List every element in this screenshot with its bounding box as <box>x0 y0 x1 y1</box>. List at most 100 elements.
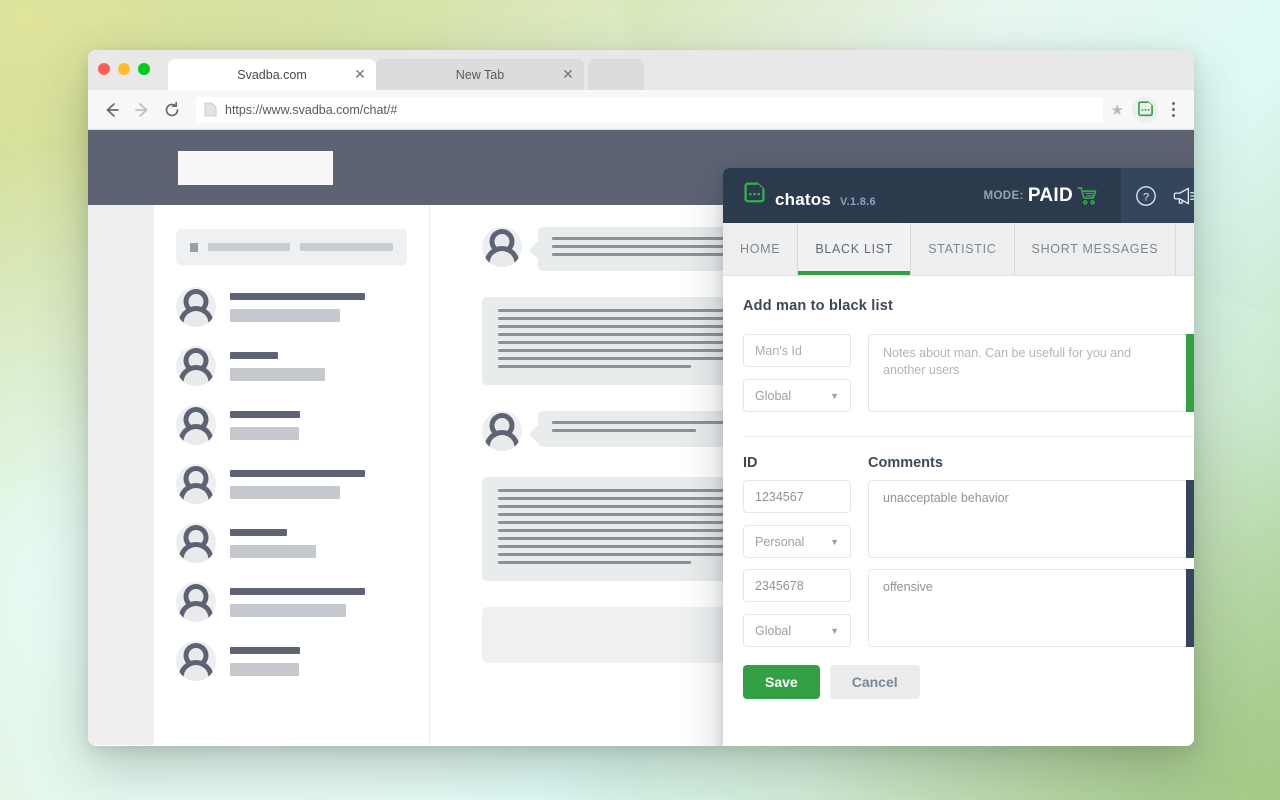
tab-short-messages[interactable]: SHORT MESSAGES <box>1015 223 1177 275</box>
list-item-lines <box>230 351 407 381</box>
tab-fans[interactable]: FANS <box>1176 223 1194 275</box>
form-actions: Save Cancel <box>743 665 1194 699</box>
panel-mode-value: PAID <box>1027 184 1073 206</box>
panel-content-black-list: Add man to black list Man's Id Global ▼ <box>723 276 1194 746</box>
chatos-extension-icon[interactable] <box>1132 96 1158 123</box>
avatar <box>176 641 216 681</box>
site-conversation-list <box>154 205 429 745</box>
close-icon[interactable]: ✕ <box>561 67 575 82</box>
close-icon[interactable]: ✕ <box>353 67 367 82</box>
avatar <box>482 227 522 267</box>
row-scope-select[interactable]: Global ▼ <box>743 614 851 647</box>
table-row: 2345678 Global ▼ offensive <box>743 569 1194 647</box>
shopping-cart-icon[interactable] <box>1077 186 1099 206</box>
save-button[interactable]: Save <box>743 665 820 699</box>
megaphone-icon[interactable] <box>1173 185 1194 207</box>
browser-tab-title: Svadba.com <box>237 67 307 82</box>
panel-mode-label: MODE: <box>983 189 1024 202</box>
zoom-traffic-light[interactable] <box>138 63 150 75</box>
panel-header-actions: ? <box>1121 168 1194 223</box>
add-entry-right: Notes about man. Can be usefull for you … <box>868 334 1194 412</box>
row-scope-value: Global <box>755 623 792 638</box>
chatos-extension-panel: chatos V.1.8.6 MODE: PAID ? HOME BLACK L… <box>723 168 1194 746</box>
table-row: 1234567 Personal ▼ unacceptable behavior <box>743 480 1194 558</box>
placeholder-line <box>300 243 393 251</box>
section-divider <box>743 436 1194 437</box>
browser-tab-placeholder[interactable] <box>588 59 644 90</box>
tab-label: BLACK LIST <box>815 242 894 256</box>
table-row-comment-group: unacceptable behavior <box>868 480 1194 558</box>
minimize-traffic-light[interactable] <box>118 63 130 75</box>
add-entry-form: Man's Id Global ▼ Notes about man. Can b… <box>743 334 1194 412</box>
help-icon[interactable]: ? <box>1135 185 1157 207</box>
row-scope-select[interactable]: Personal ▼ <box>743 525 851 558</box>
tab-black-list[interactable]: BLACK LIST <box>798 223 912 275</box>
browser-tab-svadba[interactable]: Svadba.com ✕ <box>168 59 376 90</box>
list-item-lines <box>230 469 407 499</box>
row-id-value: 1234567 <box>755 489 804 504</box>
row-comment-value: offensive <box>883 580 933 594</box>
placeholder-line <box>208 243 291 251</box>
chevron-down-icon: ▼ <box>830 390 839 401</box>
kebab-menu-icon[interactable] <box>1162 102 1184 117</box>
site-search-placeholder[interactable] <box>178 150 333 185</box>
avatar <box>176 464 216 504</box>
cancel-button[interactable]: Cancel <box>829 665 920 699</box>
list-item-lines <box>230 646 407 676</box>
filter-icon <box>190 242 199 252</box>
conversation-search-bar[interactable] <box>176 229 407 265</box>
avatar <box>176 523 216 563</box>
back-arrow-icon[interactable] <box>98 96 126 124</box>
site-left-rail <box>88 205 154 745</box>
list-item[interactable] <box>176 405 407 445</box>
column-header-id: ID <box>743 455 758 471</box>
list-item[interactable] <box>176 523 407 563</box>
add-button[interactable]: + <box>1186 334 1194 412</box>
tab-statistic[interactable]: STATISTIC <box>911 223 1015 275</box>
list-item[interactable] <box>176 641 407 681</box>
list-item[interactable] <box>176 464 407 504</box>
list-item[interactable] <box>176 582 407 622</box>
row-id-input[interactable]: 1234567 <box>743 480 851 513</box>
browser-tab-title: New Tab <box>455 67 505 82</box>
forward-arrow-icon[interactable] <box>128 96 156 124</box>
bookmark-star-icon[interactable]: ★ <box>1111 101 1124 119</box>
panel-mode-indicator[interactable]: MODE: PAID <box>983 185 1099 207</box>
row-comment-textarea[interactable]: offensive <box>868 569 1186 647</box>
notes-textarea[interactable]: Notes about man. Can be usefull for you … <box>868 334 1186 412</box>
delete-row-button[interactable] <box>1186 480 1194 558</box>
list-item[interactable] <box>176 287 407 327</box>
close-traffic-light[interactable] <box>98 63 110 75</box>
panel-brand: chatos V.1.8.6 <box>743 182 876 210</box>
mans-id-input[interactable]: Man's Id <box>743 334 851 367</box>
table-row-id-group: 2345678 Global ▼ <box>743 569 851 647</box>
browser-window: Svadba.com ✕ New Tab ✕ https://www.svadb… <box>88 50 1194 746</box>
avatar <box>176 582 216 622</box>
chevron-down-icon: ▼ <box>830 536 839 547</box>
scope-select-value: Global <box>755 388 792 403</box>
row-scope-value: Personal <box>755 534 805 549</box>
browser-tab-newtab[interactable]: New Tab ✕ <box>376 59 584 90</box>
delete-row-button[interactable] <box>1186 569 1194 647</box>
row-comment-value: unacceptable behavior <box>883 491 1009 505</box>
list-item-lines <box>230 292 407 322</box>
cancel-button-label: Cancel <box>851 674 898 690</box>
panel-brand-name: chatos <box>775 189 831 209</box>
page-document-icon <box>204 102 217 117</box>
address-bar-url: https://www.svadba.com/chat/# <box>225 102 398 117</box>
scope-select[interactable]: Global ▼ <box>743 379 851 412</box>
browser-tab-strip: Svadba.com ✕ New Tab ✕ <box>88 50 1194 90</box>
tab-home[interactable]: HOME <box>723 223 799 275</box>
list-item[interactable] <box>176 346 407 386</box>
address-bar[interactable]: https://www.svadba.com/chat/# <box>196 96 1103 123</box>
save-button-label: Save <box>765 674 798 690</box>
reload-icon[interactable] <box>158 96 186 124</box>
table-header-row: ID Comments <box>743 455 1194 471</box>
avatar <box>482 411 522 451</box>
row-comment-textarea[interactable]: unacceptable behavior <box>868 480 1186 558</box>
chatos-logo-icon <box>744 182 765 202</box>
panel-brand-version: V.1.8.6 <box>840 195 876 208</box>
row-id-value: 2345678 <box>755 578 804 593</box>
row-id-input[interactable]: 2345678 <box>743 569 851 602</box>
panel-tab-bar: HOME BLACK LIST STATISTIC SHORT MESSAGES… <box>723 223 1194 276</box>
